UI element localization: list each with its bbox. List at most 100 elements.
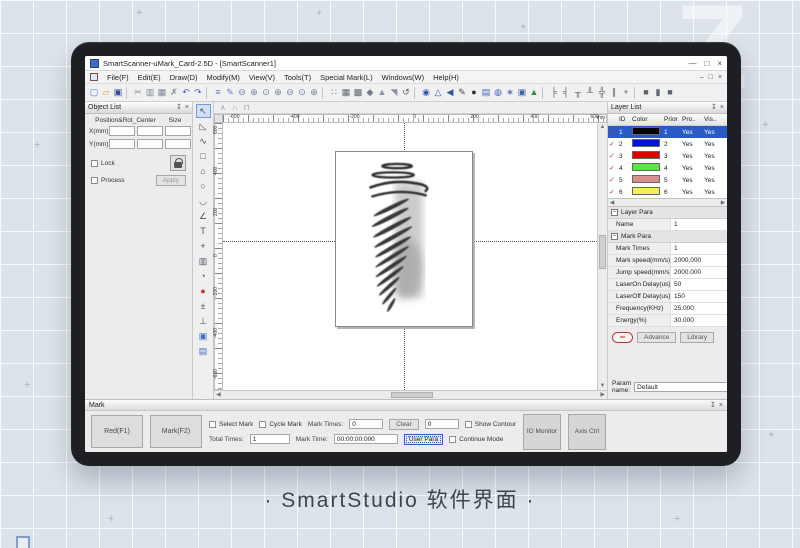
total-times-input[interactable]	[250, 434, 290, 444]
edit-tool-icon[interactable]: ✎	[224, 86, 236, 100]
layer-row[interactable]: ✓33YesYes	[608, 150, 727, 162]
param-row[interactable]: LaserOn Delay(us)50	[608, 279, 727, 291]
select-mark-checkbox[interactable]: Select Mark	[209, 421, 253, 428]
close-icon[interactable]: ×	[185, 104, 189, 111]
traffic-light-tool[interactable]: ●	[196, 284, 211, 298]
param-row[interactable]: Name1	[608, 219, 727, 231]
param-row[interactable]: Energy(%)30.000	[608, 315, 727, 327]
pen-icon[interactable]: ✎	[456, 86, 468, 100]
layer-enabled-check-icon[interactable]: ✓	[608, 152, 618, 160]
param-row[interactable]: LaserOff Delay(us)150	[608, 291, 727, 303]
horizontal-scrollbar[interactable]: ◀ ▶	[214, 390, 607, 399]
rectangle-tool[interactable]: □	[196, 149, 211, 163]
pin-icon[interactable]: ↧	[711, 104, 717, 111]
zoom-all-icon[interactable]: ⊙	[260, 86, 272, 100]
io-monitor-button[interactable]: IO Monitor	[523, 414, 561, 450]
align-right-icon[interactable]: ╡	[560, 86, 572, 100]
properties-icon[interactable]: ≡	[212, 86, 224, 100]
distribute-icon[interactable]: ∥	[608, 86, 620, 100]
layer-color-swatch[interactable]	[632, 175, 660, 183]
scroll-right-icon[interactable]: ▶	[600, 391, 605, 398]
fill-solid-icon[interactable]: ◆	[364, 86, 376, 100]
save-file-icon[interactable]: ▣	[112, 86, 124, 100]
axis-ctrl-button[interactable]: Axis Ctrl	[568, 414, 606, 450]
layer-row[interactable]: ✓22YesYes	[608, 138, 727, 150]
counter-input[interactable]	[425, 419, 459, 429]
copy-icon[interactable]: ▥	[144, 86, 156, 100]
zoom-previous-icon[interactable]: ⊖	[284, 86, 296, 100]
coordinate-input[interactable]	[137, 126, 163, 136]
layer-enabled-check-icon[interactable]: ✓	[608, 164, 618, 172]
minimize-button[interactable]: —	[688, 59, 696, 68]
barcode-tool[interactable]: ▥	[196, 254, 211, 268]
red-light-button[interactable]: Red(F1)	[91, 415, 143, 448]
lock-button[interactable]	[170, 155, 186, 171]
apply-button[interactable]: Apply	[156, 175, 186, 186]
speaker-icon[interactable]: ◀	[444, 86, 456, 100]
show-contour-checkbox[interactable]: Show Contour	[465, 421, 516, 428]
menu-item-help[interactable]: Help(H)	[433, 73, 459, 82]
layer-enabled-check-icon[interactable]: ✓	[608, 188, 618, 196]
layer-enabled-check-icon[interactable]: ✓	[608, 128, 618, 136]
zoom-in-icon[interactable]: ⊕	[248, 86, 260, 100]
offset-tool[interactable]: ±	[196, 299, 211, 313]
photo-icon[interactable]: ▣	[516, 86, 528, 100]
layer-row[interactable]: ✓11YesYes	[608, 126, 727, 138]
user-para-button[interactable]: User Para	[404, 434, 443, 445]
pin-icon[interactable]: ↧	[710, 402, 716, 409]
param-row[interactable]: Jump speed(mm/s)2000.000	[608, 267, 727, 279]
continue-mode-checkbox[interactable]: Continue Mode	[449, 436, 503, 443]
layer-enabled-check-icon[interactable]: ✓	[608, 140, 618, 148]
menu-item-windows[interactable]: Windows(W)	[382, 73, 425, 82]
layer-color-swatch[interactable]	[632, 187, 660, 195]
shear-icon[interactable]: ◥	[388, 86, 400, 100]
polygon-tool[interactable]: ⌂	[196, 164, 211, 178]
pin-icon[interactable]: ↧	[176, 104, 182, 111]
hatch-dots-icon[interactable]: ∷	[328, 86, 340, 100]
param-row[interactable]: Frequency(KHz)25.000	[608, 303, 727, 315]
scroll-left-icon[interactable]: ◀	[216, 391, 221, 398]
menu-item-edit[interactable]: Edit(E)	[138, 73, 161, 82]
point-tool[interactable]: +	[196, 239, 211, 253]
dot-icon[interactable]: ●	[468, 86, 480, 100]
advance-button[interactable]: Advance	[637, 332, 676, 343]
hatch-fine-icon[interactable]: ▦	[340, 86, 352, 100]
mark-target-icon[interactable]: ◉	[420, 86, 432, 100]
menu-item-file[interactable]: File(F)	[107, 73, 129, 82]
scrollbar-thumb[interactable]	[599, 235, 606, 269]
mark-button[interactable]: Mark(F2)	[150, 415, 202, 448]
dock-panel-b-icon[interactable]: ▮	[652, 86, 664, 100]
vertical-scrollbar[interactable]: ▲ ▼	[597, 123, 607, 390]
relief-icon[interactable]: ▲	[376, 86, 388, 100]
param-group-header[interactable]: –Layer Para	[608, 207, 727, 219]
layer-row[interactable]: ✓55YesYes	[608, 174, 727, 186]
layer-color-swatch[interactable]	[632, 163, 660, 171]
coordinate-input[interactable]	[109, 139, 135, 149]
template-tool[interactable]: ▤	[196, 344, 211, 358]
menu-item-view[interactable]: View(V)	[249, 73, 275, 82]
scroll-right-icon[interactable]: ▶	[721, 200, 725, 206]
param-name-input[interactable]	[634, 382, 727, 392]
undo-icon[interactable]: ↶	[180, 86, 192, 100]
polyline-tool[interactable]: ∿	[196, 134, 211, 148]
center-to-origin-icon[interactable]: +	[620, 86, 632, 100]
close-button[interactable]: ×	[717, 59, 722, 68]
select-tool[interactable]: ↖	[196, 104, 211, 118]
bell-icon[interactable]: ◍	[492, 86, 504, 100]
coordinate-input[interactable]	[165, 126, 191, 136]
arch-tool-icon[interactable]: ∩	[232, 104, 238, 112]
zoom-selection-icon[interactable]: ⊕	[272, 86, 284, 100]
scroll-left-icon[interactable]: ◀	[610, 200, 614, 206]
dimension-tool[interactable]: ∠	[196, 209, 211, 223]
align-bottom-icon[interactable]: ╨	[584, 86, 596, 100]
mdi-close-button[interactable]: ×	[718, 74, 722, 81]
dock-panel-c-icon[interactable]: ■	[664, 86, 676, 100]
zoom-dynamic-icon[interactable]: ⊕	[308, 86, 320, 100]
mdi-restore-button[interactable]: □	[709, 74, 713, 81]
settings-icon[interactable]: ∗	[504, 86, 516, 100]
anchor-tool[interactable]: ⊥	[196, 314, 211, 328]
align-center-icon[interactable]: ╬	[596, 86, 608, 100]
mark-times-input[interactable]	[349, 419, 383, 429]
scroll-up-icon[interactable]: ▲	[598, 124, 607, 130]
laser-brand-button[interactable]: ∞	[612, 332, 633, 343]
